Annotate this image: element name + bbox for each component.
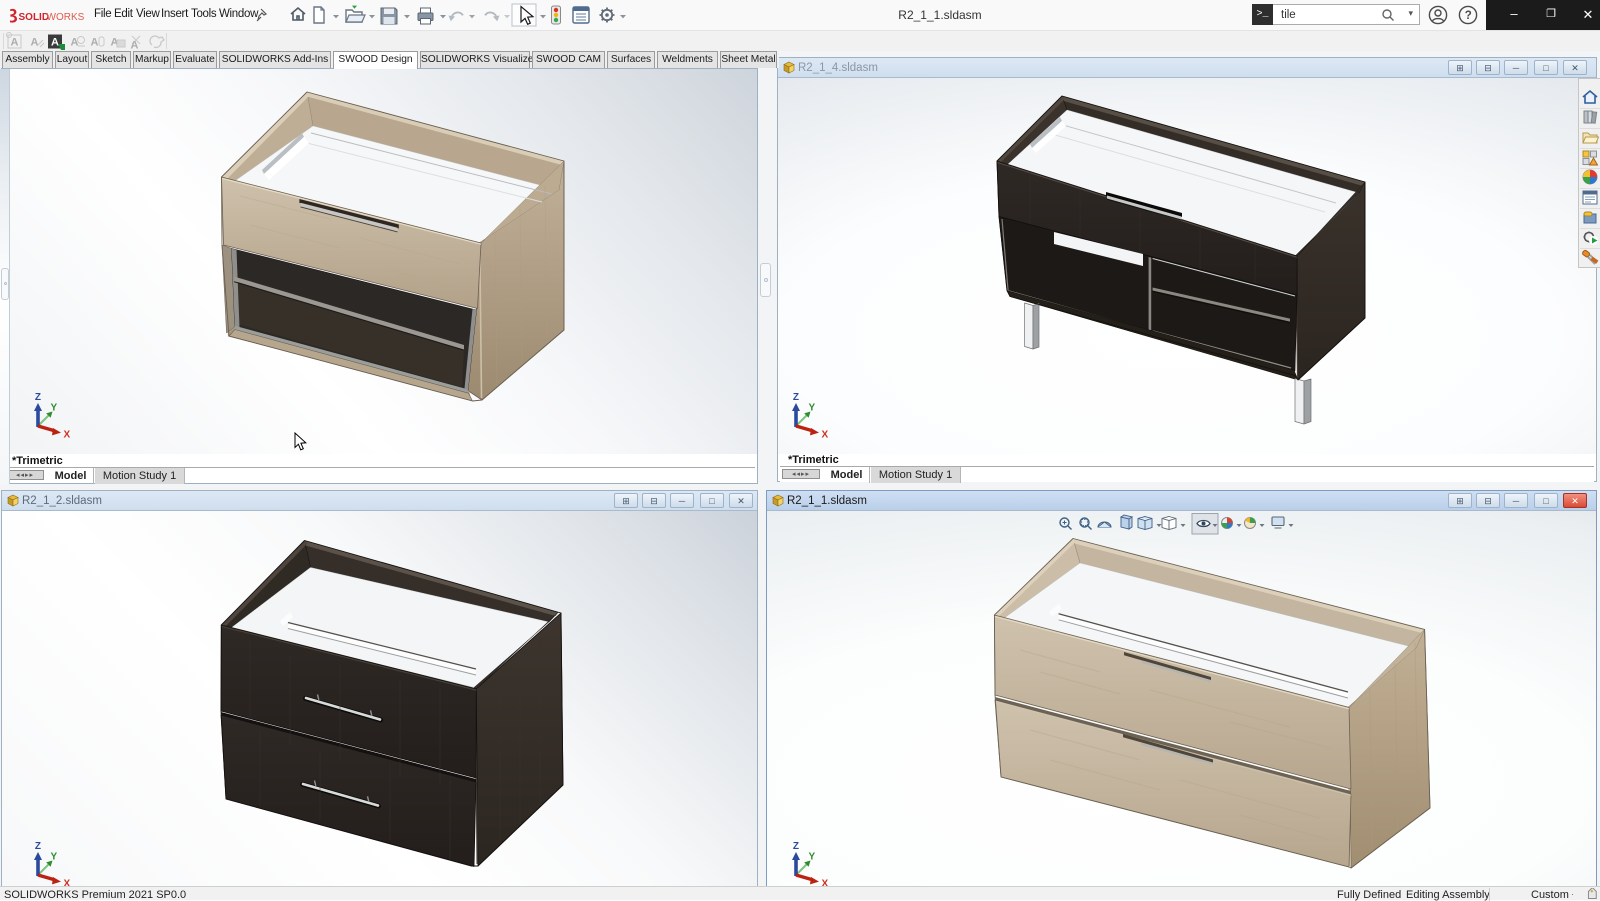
svg-text:A: A <box>91 37 99 49</box>
svg-text:A: A <box>71 37 79 49</box>
svg-text:WORKS: WORKS <box>47 12 85 23</box>
svg-text:SOLID: SOLID <box>19 12 50 23</box>
svg-text:A: A <box>131 40 139 52</box>
svg-text:A: A <box>51 37 59 49</box>
svg-text:A: A <box>31 37 39 49</box>
svg-text:?: ? <box>1465 10 1472 22</box>
svg-text:A: A <box>11 37 19 49</box>
